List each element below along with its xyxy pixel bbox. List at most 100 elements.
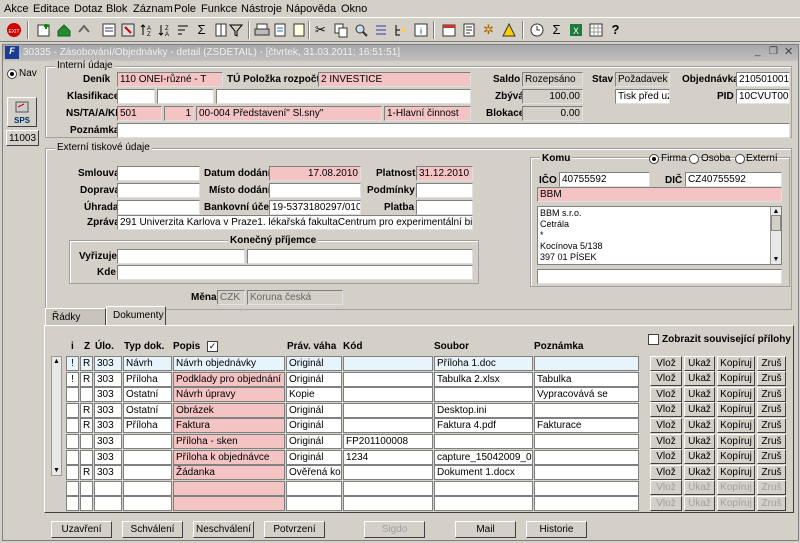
- find-icon[interactable]: [352, 21, 369, 38]
- table-cell-typ[interactable]: [123, 465, 172, 481]
- table-cell-z[interactable]: R: [80, 418, 93, 434]
- table-cell-poznamka[interactable]: Tabulka: [534, 371, 639, 387]
- menu-okno[interactable]: Okno: [341, 3, 367, 15]
- document-icon[interactable]: [460, 21, 477, 38]
- sigma-icon[interactable]: Σ: [193, 21, 210, 38]
- smlouva-field[interactable]: [117, 166, 200, 181]
- row-button-vloz[interactable]: Vlož: [650, 433, 682, 449]
- row-button-zrus[interactable]: Zruš: [757, 371, 786, 387]
- table-cell-pravni[interactable]: Originál: [286, 449, 342, 465]
- row-button-zrus[interactable]: Zruš: [757, 386, 786, 402]
- ucet-field[interactable]: 19-5373180297/0100: [269, 200, 361, 215]
- ns-field-1[interactable]: 501: [117, 106, 162, 121]
- menu-dotaz[interactable]: Dotaz: [74, 3, 103, 15]
- table-cell-poznamka[interactable]: [534, 449, 639, 465]
- row-button-ukaz[interactable]: Ukaž: [684, 371, 715, 387]
- row-button-ukaz[interactable]: Ukaž: [684, 449, 715, 465]
- table-cell-ulo[interactable]: [94, 496, 122, 512]
- uhrada-field[interactable]: [117, 200, 200, 215]
- podminky-field[interactable]: [416, 183, 473, 198]
- row-button-vloz[interactable]: Vlož: [650, 449, 682, 465]
- address-box[interactable]: BBM s.r.o. Cetrála * Kocínova 5/138 397 01 P…: [537, 206, 782, 265]
- row-button-ukaz[interactable]: Ukaž: [684, 480, 715, 496]
- table-cell-pravni[interactable]: [286, 496, 342, 512]
- table-cell-kod[interactable]: [343, 418, 433, 434]
- row-button-zrus[interactable]: Zruš: [757, 402, 786, 418]
- table-cell-kod[interactable]: [343, 496, 433, 512]
- dic-field[interactable]: CZ40755592: [685, 172, 782, 187]
- report-icon[interactable]: [290, 21, 307, 38]
- copy-icon[interactable]: [332, 21, 349, 38]
- komu-extra-field[interactable]: [537, 269, 782, 284]
- row-button-kopiruj[interactable]: Kopíruj: [717, 386, 755, 402]
- poznamka-field[interactable]: [117, 123, 790, 138]
- table-cell-typ[interactable]: [123, 496, 172, 512]
- table-cell-z[interactable]: [80, 480, 93, 496]
- row-button-zrus[interactable]: Zruš: [757, 464, 786, 480]
- table-cell-typ[interactable]: Ostatní: [123, 387, 172, 403]
- tu-field[interactable]: 2 INVESTICE: [318, 72, 471, 87]
- row-button-zrus[interactable]: Zruš: [757, 355, 786, 371]
- table-scrollbar[interactable]: ▲ ▼: [51, 356, 62, 476]
- table-cell-i[interactable]: [66, 480, 79, 496]
- pid-field[interactable]: 10CVUT000C: [736, 89, 790, 104]
- table-cell-pravni[interactable]: Originál: [286, 434, 342, 449]
- table-cell-soubor[interactable]: Příloha 1.doc: [434, 356, 533, 371]
- table-cell-soubor[interactable]: [434, 434, 533, 449]
- table-cell-z[interactable]: R: [80, 402, 93, 418]
- save-icon[interactable]: [55, 21, 72, 38]
- ns-field-2[interactable]: 1: [164, 106, 194, 121]
- table-cell-ulo[interactable]: 303: [94, 402, 122, 418]
- excel-icon[interactable]: X: [567, 21, 584, 38]
- info-icon[interactable]: i: [412, 21, 429, 38]
- sort-asc-icon[interactable]: AZ: [138, 21, 155, 38]
- undo-icon[interactable]: [75, 21, 92, 38]
- row-button-vloz[interactable]: Vlož: [650, 417, 682, 433]
- row-button-ukaz[interactable]: Ukaž: [684, 464, 715, 480]
- table-cell-soubor[interactable]: [434, 496, 533, 512]
- table-cell-kod[interactable]: FP201100008: [343, 434, 433, 449]
- table-cell-z[interactable]: [80, 496, 93, 512]
- table-cell-kod[interactable]: [343, 371, 433, 387]
- table-cell-pravni[interactable]: Originál: [286, 418, 342, 434]
- table-cell-ulo[interactable]: 303: [94, 387, 122, 403]
- historie-button[interactable]: Historie: [526, 521, 587, 538]
- table-cell-z[interactable]: R: [80, 371, 93, 387]
- menu-blok[interactable]: Blok: [106, 3, 127, 15]
- table-cell-pravni[interactable]: Originál: [286, 371, 342, 387]
- table-cell-typ[interactable]: [123, 434, 172, 449]
- table-cell-typ[interactable]: Návrh: [123, 356, 172, 371]
- row-button-vloz[interactable]: Vlož: [650, 402, 682, 418]
- table-cell-ulo[interactable]: 303: [94, 465, 122, 481]
- menu-funkce[interactable]: Funkce: [201, 3, 237, 15]
- new-record-icon[interactable]: [35, 21, 52, 38]
- table-cell-ulo[interactable]: 303: [94, 418, 122, 434]
- table-cell-z[interactable]: [80, 449, 93, 465]
- sum-icon[interactable]: Σ: [548, 21, 565, 38]
- table-cell-ulo[interactable]: 303: [94, 356, 122, 371]
- restore-icon[interactable]: ❐: [769, 46, 778, 57]
- show-attachments-checkbox[interactable]: [648, 334, 659, 345]
- row-button-ukaz[interactable]: Ukaž: [684, 386, 715, 402]
- mail-button[interactable]: Mail: [455, 521, 516, 538]
- table-cell-z[interactable]: R: [80, 465, 93, 481]
- sort-icon[interactable]: [174, 21, 191, 38]
- table-cell-popis[interactable]: Obrázek: [173, 402, 285, 418]
- table-cell-kod[interactable]: [343, 465, 433, 481]
- table-cell-soubor[interactable]: Tabulka 2.xlsx: [434, 371, 533, 387]
- execute-query-icon[interactable]: [119, 21, 136, 38]
- row-button-zrus[interactable]: Zruš: [757, 495, 786, 511]
- uzavreni-button[interactable]: Uzavření: [51, 521, 112, 538]
- row-button-zrus[interactable]: Zruš: [757, 480, 786, 496]
- menu-akce[interactable]: Akce: [4, 3, 28, 15]
- table-cell-soubor[interactable]: Desktop.ini: [434, 402, 533, 418]
- doprava-field[interactable]: [117, 183, 200, 198]
- clock-icon[interactable]: [528, 21, 545, 38]
- table-cell-ulo[interactable]: 303: [94, 449, 122, 465]
- grid-icon[interactable]: [587, 21, 604, 38]
- row-button-kopiruj[interactable]: Kopíruj: [717, 464, 755, 480]
- zprava-field[interactable]: 291 Univerzita Karlova v Praze1. lékařsk…: [117, 215, 473, 230]
- table-cell-poznamka[interactable]: Vypracovává se: [534, 387, 639, 403]
- row-button-zrus[interactable]: Zruš: [757, 417, 786, 433]
- tree-icon[interactable]: [392, 21, 409, 38]
